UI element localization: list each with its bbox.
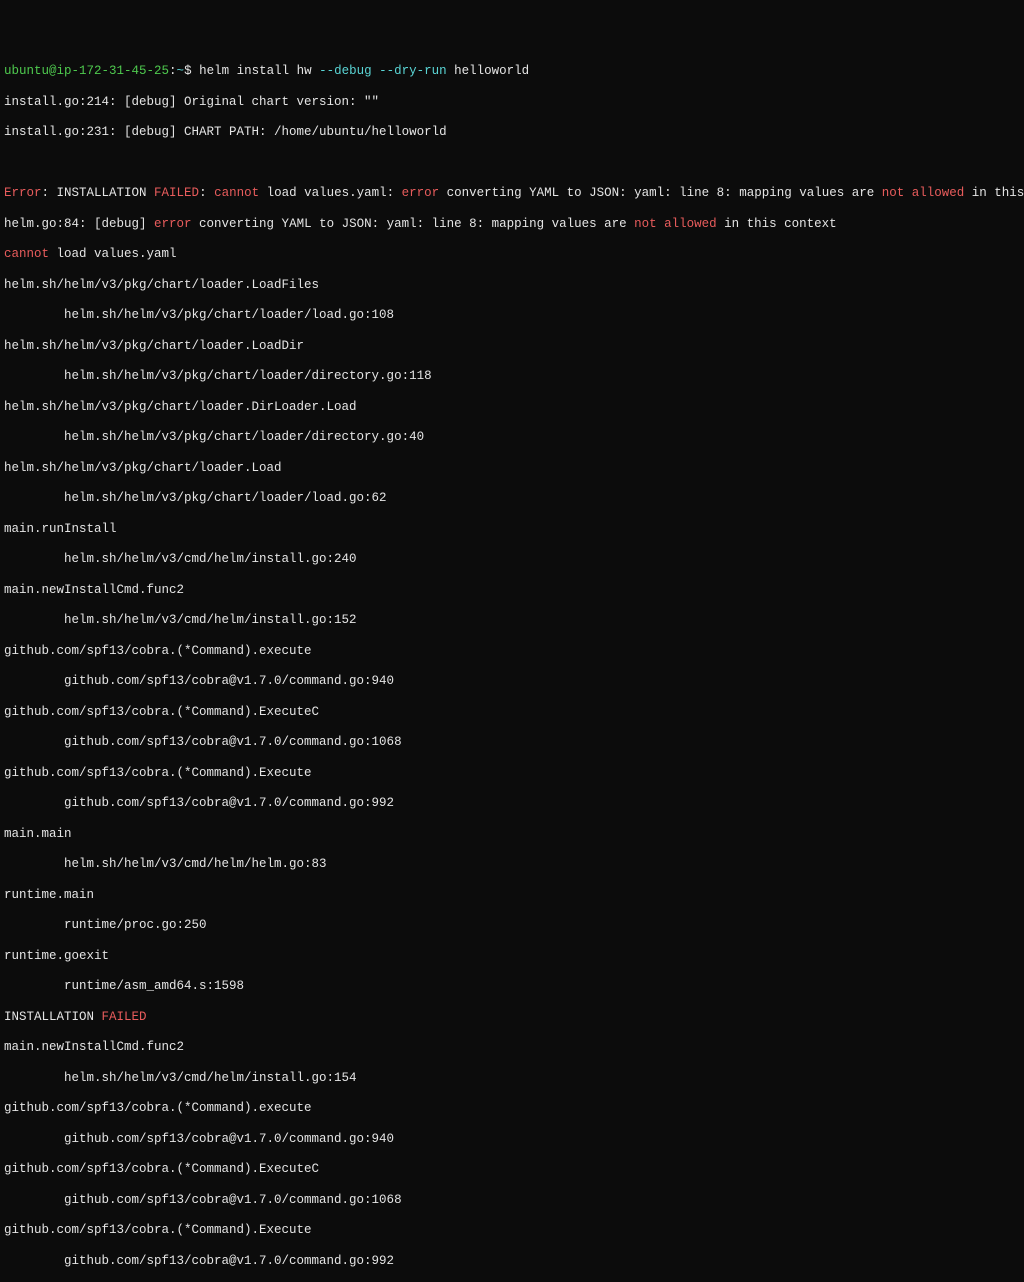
stack-line: runtime/proc.go:250 [4, 918, 1020, 933]
error-line-1: Error: INSTALLATION FAILED: cannot load … [4, 186, 1020, 201]
prompt-sep: : [169, 64, 177, 78]
stack-line: github.com/spf13/cobra.(*Command).execut… [4, 1101, 1020, 1116]
stack-line: runtime/asm_amd64.s:1598 [4, 979, 1020, 994]
stack-line: github.com/spf13/cobra@v1.7.0/command.go… [4, 735, 1020, 750]
stack-line: helm.sh/helm/v3/cmd/helm/install.go:152 [4, 613, 1020, 628]
prompt-cwd: ~ [177, 64, 185, 78]
cannot-word: cannot [4, 247, 49, 261]
error-label: Error [4, 186, 42, 200]
stack-line: runtime.main [4, 888, 1020, 903]
not-allowed-word: not allowed [882, 186, 965, 200]
stack-line: main.runInstall [4, 522, 1020, 537]
stack-line: helm.sh/helm/v3/cmd/helm/install.go:154 [4, 1071, 1020, 1086]
stack-line: github.com/spf13/cobra@v1.7.0/command.go… [4, 796, 1020, 811]
stack-line: main.newInstallCmd.func2 [4, 1040, 1020, 1055]
error-line-3: cannot load values.yaml [4, 247, 1020, 262]
stack-line: helm.sh/helm/v3/pkg/chart/loader/load.go… [4, 308, 1020, 323]
stack-line: runtime.goexit [4, 949, 1020, 964]
stack-line: helm.sh/helm/v3/pkg/chart/loader/directo… [4, 430, 1020, 445]
cmd-flags: --debug --dry-run [319, 64, 447, 78]
installation-failed-line: INSTALLATION FAILED [4, 1010, 1020, 1025]
stack-line: github.com/spf13/cobra@v1.7.0/command.go… [4, 1193, 1020, 1208]
stack-line: helm.sh/helm/v3/pkg/chart/loader.DirLoad… [4, 400, 1020, 415]
stack-line: helm.sh/helm/v3/pkg/chart/loader.LoadDir [4, 339, 1020, 354]
failed-word: FAILED [102, 1010, 147, 1024]
output-line: install.go:231: [debug] CHART PATH: /hom… [4, 125, 1020, 140]
prompt-dollar: $ [184, 64, 192, 78]
stack-line: helm.sh/helm/v3/cmd/helm/install.go:240 [4, 552, 1020, 567]
output-line: install.go:214: [debug] Original chart v… [4, 95, 1020, 110]
stack-line: github.com/spf13/cobra.(*Command).Execut… [4, 705, 1020, 720]
stack-line: helm.sh/helm/v3/pkg/chart/loader.LoadFil… [4, 278, 1020, 293]
failed-word: FAILED [154, 186, 199, 200]
error-word: error [154, 217, 192, 231]
stack-line: github.com/spf13/cobra.(*Command).Execut… [4, 1223, 1020, 1238]
prompt-line[interactable]: ubuntu@ip-172-31-45-25:~$ helm install h… [4, 64, 1020, 79]
stack-line: helm.sh/helm/v3/pkg/chart/loader/load.go… [4, 491, 1020, 506]
prompt-user-host: ubuntu@ip-172-31-45-25 [4, 64, 169, 78]
cmd-suffix: helloworld [447, 64, 530, 78]
blank-line [4, 156, 1020, 171]
stack-line: github.com/spf13/cobra.(*Command).execut… [4, 644, 1020, 659]
error-word: error [402, 186, 440, 200]
cmd-prefix: helm install hw [192, 64, 320, 78]
stack-line: helm.sh/helm/v3/pkg/chart/loader/directo… [4, 369, 1020, 384]
cannot-word: cannot [214, 186, 259, 200]
stack-line: helm.sh/helm/v3/pkg/chart/loader.Load [4, 461, 1020, 476]
stack-line: github.com/spf13/cobra.(*Command).Execut… [4, 766, 1020, 781]
stack-line: github.com/spf13/cobra@v1.7.0/command.go… [4, 674, 1020, 689]
stack-line: github.com/spf13/cobra.(*Command).Execut… [4, 1162, 1020, 1177]
stack-line: main.newInstallCmd.func2 [4, 583, 1020, 598]
stack-line: main.main [4, 827, 1020, 842]
error-line-2: helm.go:84: [debug] error converting YAM… [4, 217, 1020, 232]
stack-line: helm.sh/helm/v3/cmd/helm/helm.go:83 [4, 857, 1020, 872]
not-allowed-word: not allowed [634, 217, 717, 231]
stack-line: github.com/spf13/cobra@v1.7.0/command.go… [4, 1132, 1020, 1147]
stack-line: github.com/spf13/cobra@v1.7.0/command.go… [4, 1254, 1020, 1269]
